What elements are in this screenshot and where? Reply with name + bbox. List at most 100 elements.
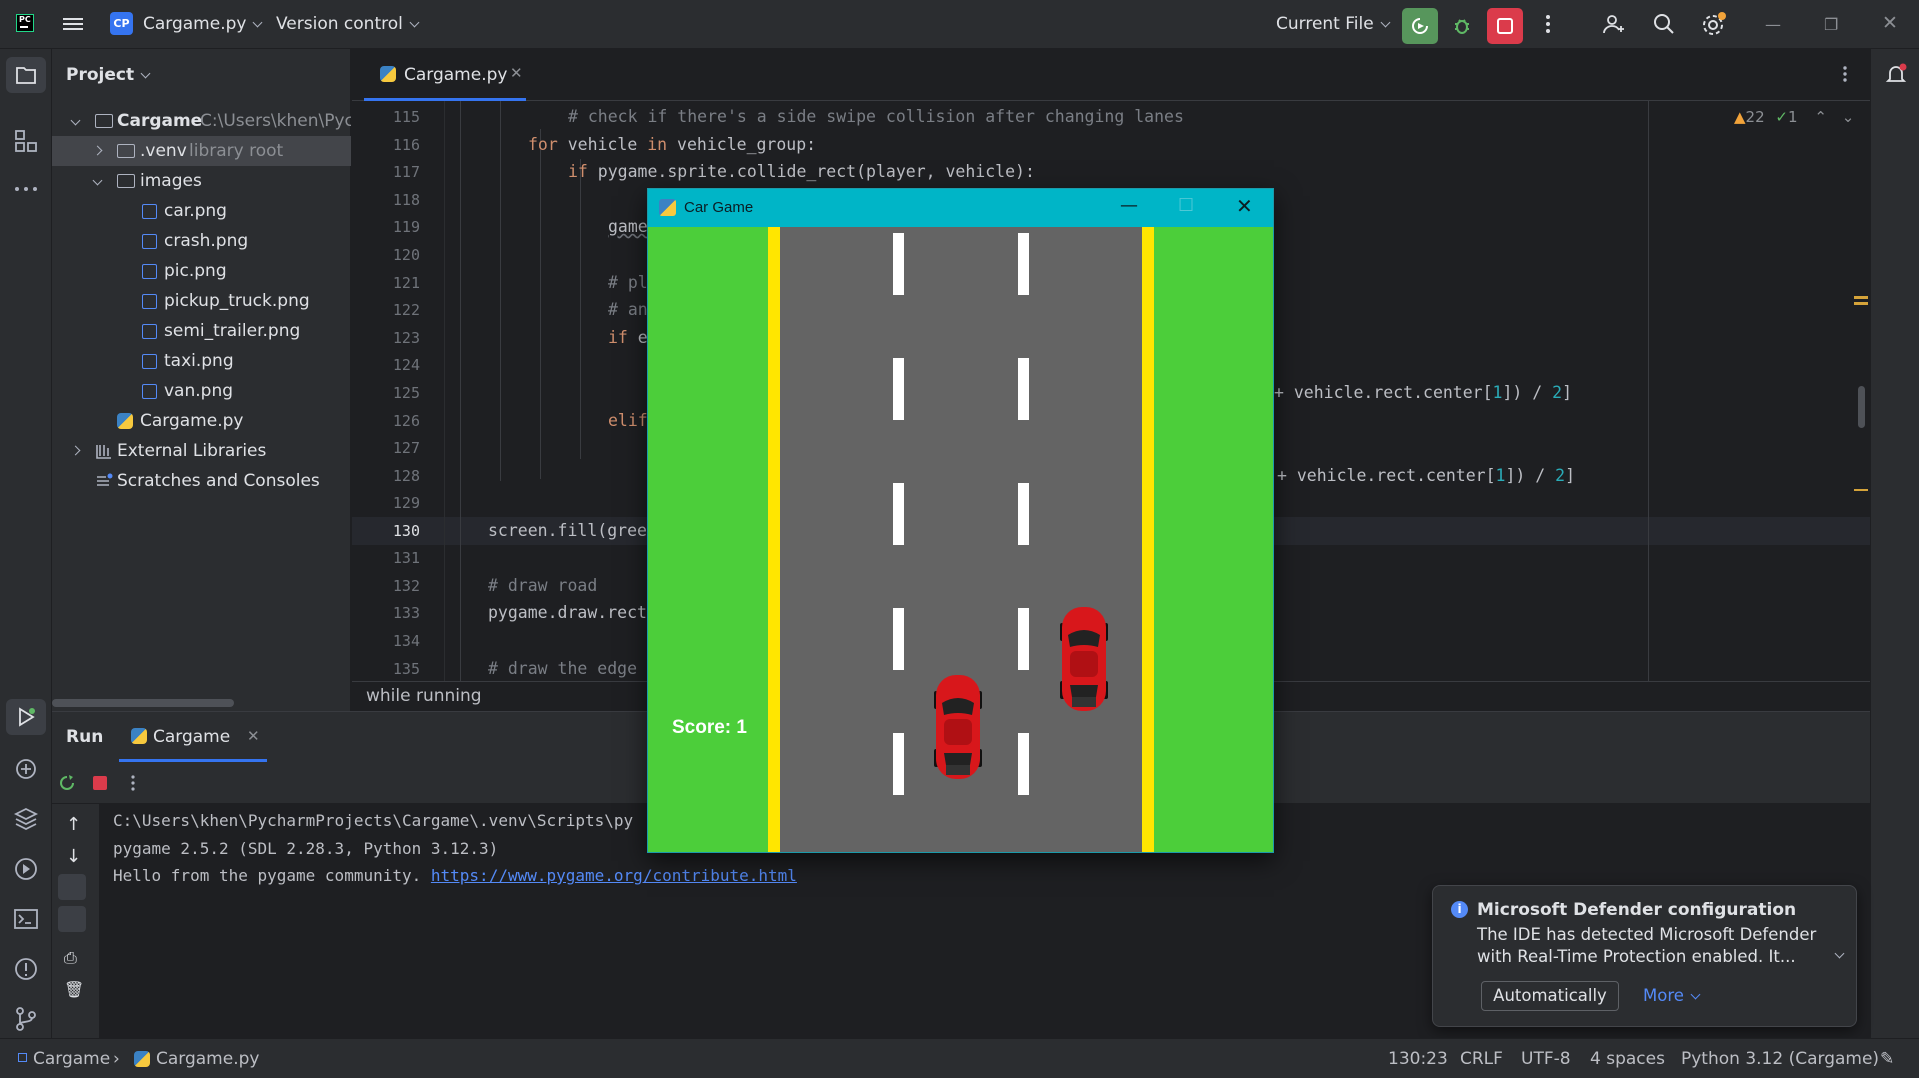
project-selector[interactable]: Cargame.py: [143, 14, 263, 34]
code-line[interactable]: if pygame.sprite.collide_rect(player, ve…: [568, 162, 1035, 181]
code-line[interactable]: # draw the edge: [488, 659, 637, 678]
stop-button[interactable]: [1487, 8, 1523, 44]
warning-marker[interactable]: [1854, 302, 1868, 305]
run-tool-button[interactable]: [6, 699, 46, 735]
notifications-icon[interactable]: [1884, 62, 1908, 86]
lane-marker: [893, 483, 904, 545]
tab-cargame-py[interactable]: Cargame.py ✕: [364, 49, 526, 101]
code-line[interactable]: # draw road: [488, 576, 597, 595]
pygame-contribute-link[interactable]: https://www.pygame.org/contribute.html: [431, 866, 797, 885]
game-canvas[interactable]: Score: 1: [648, 227, 1273, 852]
code-line[interactable]: # an: [608, 300, 648, 319]
code-line[interactable]: # pl: [608, 273, 648, 292]
file-encoding[interactable]: UTF-8: [1521, 1049, 1571, 1069]
trash-icon[interactable]: 🗑: [64, 980, 84, 999]
tree-item-venv[interactable]: .venv library root: [52, 136, 351, 166]
tree-item-file[interactable]: taxi.png: [52, 346, 351, 376]
arrow-down-icon[interactable]: ↓: [66, 846, 81, 867]
vcs-menu[interactable]: Version control: [276, 14, 420, 34]
git-icon[interactable]: [12, 1005, 40, 1033]
structure-icon[interactable]: [12, 127, 40, 155]
automatically-button[interactable]: Automatically: [1481, 981, 1619, 1011]
project-badge[interactable]: CP: [110, 12, 133, 35]
expand-chevron-icon[interactable]: [1834, 948, 1845, 959]
code-line[interactable]: # check if there's a side swipe collisio…: [568, 107, 1184, 126]
python-packages-icon[interactable]: [12, 805, 40, 833]
code-line[interactable]: elif: [608, 411, 648, 430]
minimize-icon[interactable]: —: [1765, 15, 1781, 34]
breadcrumb-project[interactable]: Cargame: [33, 1049, 110, 1069]
hamburger-icon[interactable]: [63, 15, 83, 33]
close-tab-icon[interactable]: ✕: [510, 64, 523, 82]
scratches-icon: [97, 473, 113, 486]
code-text: ]: [1562, 383, 1573, 402]
close-tab-icon[interactable]: ✕: [247, 727, 260, 745]
problems-icon[interactable]: [12, 955, 40, 983]
add-user-icon[interactable]: [1602, 12, 1626, 36]
game-title-bar[interactable]: Car Game — ☐ ✕: [648, 189, 1273, 227]
python-interpreter[interactable]: Python 3.12 (Cargame): [1681, 1049, 1879, 1069]
code-line[interactable]: for vehicle in vehicle_group:: [528, 135, 816, 154]
line-number: 135: [392, 660, 420, 678]
tree-item-file[interactable]: pic.png: [52, 256, 351, 286]
tree-item-file[interactable]: crash.png: [52, 226, 351, 256]
more-dropdown[interactable]: More: [1643, 986, 1701, 1005]
tree-item-cargame-py[interactable]: Cargame.py: [52, 406, 351, 436]
close-icon[interactable]: ✕: [1236, 194, 1253, 218]
inspection-widget[interactable]: ▲22 ✓1 ⌃ ⌄: [1734, 108, 1854, 126]
python-console-icon[interactable]: [12, 755, 40, 783]
tree-item-external-libraries[interactable]: External Libraries: [52, 436, 351, 466]
next-highlight-icon[interactable]: ⌄: [1842, 108, 1855, 126]
caret-position[interactable]: 130:23: [1388, 1049, 1448, 1069]
settings-icon[interactable]: [1701, 11, 1727, 37]
rerun-icon[interactable]: [58, 774, 76, 792]
debug-button[interactable]: [1444, 8, 1480, 44]
lock-icon[interactable]: ✎: [1880, 1049, 1894, 1069]
run-config-selector[interactable]: Current File: [1276, 14, 1391, 34]
tree-item-file[interactable]: car.png: [52, 196, 351, 226]
code-line[interactable]: screen.fill(gree: [488, 521, 647, 540]
code-number: 1: [1495, 466, 1506, 485]
rerun-button[interactable]: [1402, 8, 1438, 44]
tree-item-file[interactable]: semi_trailer.png: [52, 316, 351, 346]
tab-options-icon[interactable]: [1842, 65, 1848, 83]
code-line[interactable]: + vehicle.rect.center[1]) / 2]: [1274, 383, 1572, 402]
project-horizontal-scrollbar[interactable]: [52, 699, 234, 707]
services-icon[interactable]: [12, 855, 40, 883]
tab-run-cargame[interactable]: Cargame ✕: [119, 712, 267, 762]
stop-icon[interactable]: [92, 775, 108, 791]
code-line[interactable]: + vehicle.rect.center[1]) / 2]: [1277, 466, 1575, 485]
terminal-icon[interactable]: [12, 905, 40, 933]
print-icon[interactable]: ⎙: [64, 948, 77, 968]
tree-item-cargame[interactable]: Cargame C:\Users\khen\PycharmProjects\Ca…: [52, 106, 351, 136]
scroll-to-end-icon[interactable]: [58, 906, 86, 932]
tree-item-file[interactable]: pickup_truck.png: [52, 286, 351, 316]
minimize-icon[interactable]: —: [1120, 195, 1138, 216]
breadcrumb-file[interactable]: Cargame.py: [156, 1049, 259, 1069]
search-icon[interactable]: [1652, 12, 1676, 36]
project-tool-button[interactable]: [6, 57, 46, 93]
close-icon[interactable]: ✕: [1882, 12, 1898, 34]
tree-item-images[interactable]: images: [52, 166, 351, 196]
more-tools-icon[interactable]: [12, 175, 40, 203]
warning-marker[interactable]: [1854, 296, 1868, 299]
project-panel-title[interactable]: Project: [66, 65, 151, 85]
line-number: 131: [392, 549, 420, 567]
tree-item-label: car.png: [164, 201, 227, 221]
soft-wrap-icon[interactable]: [58, 874, 86, 900]
prev-highlight-icon[interactable]: ⌃: [1814, 108, 1827, 126]
code-line[interactable]: game: [608, 217, 648, 236]
more-icon[interactable]: [130, 775, 136, 791]
tree-item-scratches[interactable]: Scratches and Consoles: [52, 466, 351, 496]
editor-scrollbar-thumb[interactable]: [1858, 386, 1865, 428]
warning-marker[interactable]: [1854, 489, 1868, 491]
code-line[interactable]: if e: [608, 328, 648, 347]
indent-setting[interactable]: 4 spaces: [1590, 1049, 1665, 1069]
line-separator[interactable]: CRLF: [1460, 1049, 1503, 1069]
code-line[interactable]: pygame.draw.rect: [488, 603, 647, 622]
maximize-icon[interactable]: ☐: [1178, 195, 1194, 216]
more-icon[interactable]: [1540, 14, 1556, 34]
arrow-up-icon[interactable]: ↑: [66, 814, 81, 835]
restore-icon[interactable]: ❐: [1824, 15, 1838, 34]
tree-item-file[interactable]: van.png: [52, 376, 351, 406]
